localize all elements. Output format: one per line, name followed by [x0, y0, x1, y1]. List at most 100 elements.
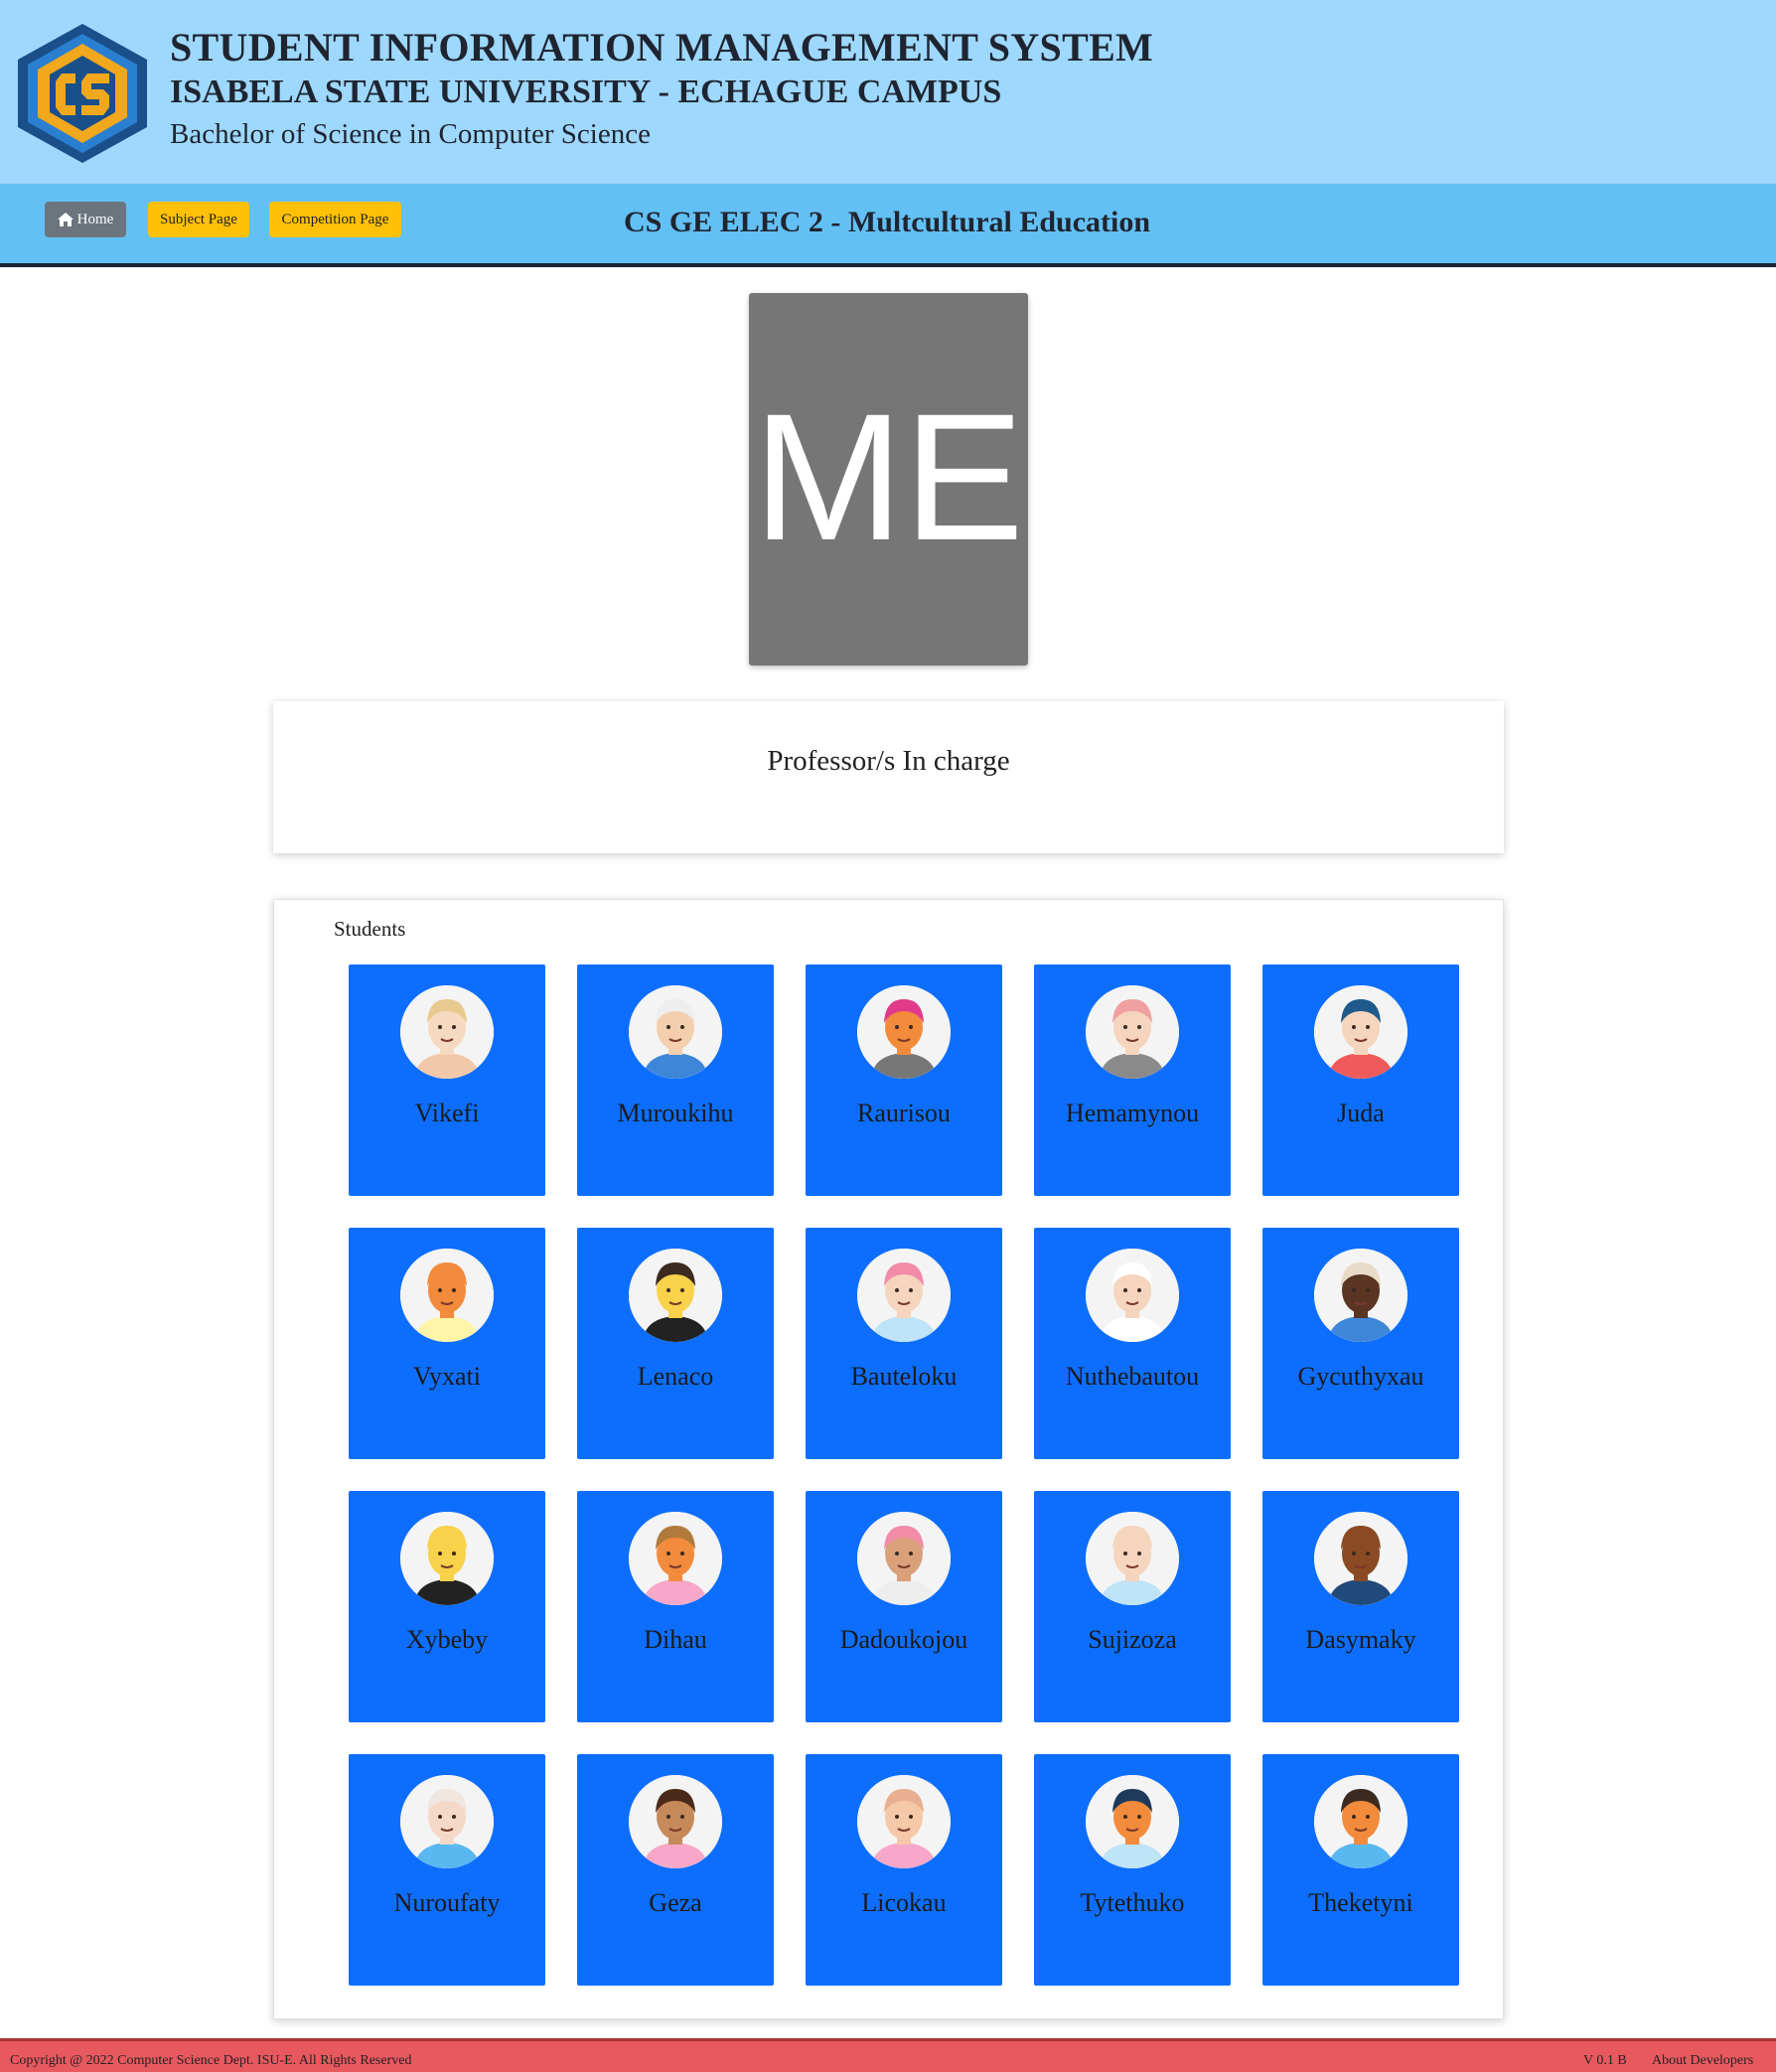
student-card[interactable]: Gycuthyxau: [1262, 1228, 1459, 1459]
student-name: Vikefi: [414, 1099, 480, 1127]
avatar-icon: [1314, 1775, 1407, 1868]
avatar-icon: [1314, 985, 1407, 1079]
system-title: STUDENT INFORMATION MANAGEMENT SYSTEM: [170, 25, 1154, 70]
student-avatar: [1314, 1775, 1407, 1868]
student-name: Hemamynou: [1065, 1099, 1200, 1127]
student-card[interactable]: Tytethuko: [1034, 1754, 1231, 1986]
university-name: ISABELA STATE UNIVERSITY - ECHAGUE CAMPU…: [170, 74, 1002, 110]
cs-logo-icon: [18, 24, 147, 163]
student-card[interactable]: Geza: [577, 1754, 774, 1986]
student-name: Vyxati: [413, 1362, 481, 1391]
student-avatar: [400, 985, 494, 1079]
student-card[interactable]: Nuroufaty: [349, 1754, 545, 1986]
student-card[interactable]: Xybeby: [349, 1491, 545, 1722]
student-card[interactable]: Vyxati: [349, 1228, 545, 1459]
student-name: Licokau: [861, 1888, 947, 1917]
subject-image: ME: [749, 293, 1028, 666]
student-avatar: [857, 1512, 951, 1605]
student-card[interactable]: Nuthebautou: [1034, 1228, 1231, 1459]
student-avatar: [1086, 1512, 1179, 1605]
student-grid: Vikefi Muroukihu Raurisou Hemamynou Juda Vyxa…: [349, 964, 1459, 1986]
subject-initials: ME: [753, 375, 1024, 578]
student-avatar: [1314, 1249, 1407, 1342]
student-card[interactable]: Muroukihu: [577, 964, 774, 1196]
home-icon: [57, 213, 74, 226]
student-card[interactable]: Hemamynou: [1034, 964, 1231, 1196]
home-button-label: Home: [76, 211, 114, 227]
student-avatar: [629, 1512, 722, 1605]
student-name: Xybeby: [405, 1625, 489, 1654]
student-card[interactable]: Licokau: [806, 1754, 1002, 1986]
student-avatar: [629, 1775, 722, 1868]
avatar-icon: [1314, 1512, 1407, 1605]
avatar-icon: [629, 985, 722, 1079]
avatar-icon: [400, 1512, 494, 1605]
professor-card: Professor/s In charge: [273, 701, 1504, 853]
avatar-icon: [400, 1249, 494, 1342]
student-card[interactable]: Vikefi: [349, 964, 545, 1196]
student-card[interactable]: Dadoukojou: [806, 1491, 1002, 1722]
student-avatar: [400, 1775, 494, 1868]
student-avatar: [857, 985, 951, 1079]
avatar-icon: [1086, 1249, 1179, 1342]
student-name: Geza: [649, 1888, 702, 1917]
student-avatar: [857, 1249, 951, 1342]
competition-page-button[interactable]: Competition Page: [269, 202, 401, 237]
student-name: Bauteloku: [850, 1362, 958, 1391]
student-avatar: [400, 1512, 494, 1605]
home-button[interactable]: Home: [45, 202, 126, 237]
student-name: Dadoukojou: [839, 1625, 968, 1654]
subject-title: CS GE ELEC 2 - Multcultural Education: [624, 206, 1151, 238]
avatar-icon: [1086, 1512, 1179, 1605]
student-name: Dasymaky: [1305, 1625, 1416, 1654]
student-avatar: [1086, 985, 1179, 1079]
student-avatar: [629, 985, 722, 1079]
avatar-icon: [857, 1775, 951, 1868]
student-avatar: [1314, 1512, 1407, 1605]
student-avatar: [857, 1775, 951, 1868]
about-developers-link[interactable]: About Developers: [1652, 2053, 1753, 2069]
avatar-icon: [400, 985, 494, 1079]
footer: Copyright @ 2022 Computer Science Dept. …: [0, 2038, 1776, 2072]
student-name: Juda: [1337, 1099, 1385, 1127]
student-card[interactable]: Raurisou: [806, 964, 1002, 1196]
avatar-icon: [857, 985, 951, 1079]
student-card[interactable]: Dasymaky: [1262, 1491, 1459, 1722]
student-avatar: [629, 1249, 722, 1342]
student-name: Sujizoza: [1088, 1625, 1177, 1654]
student-card[interactable]: Theketyni: [1262, 1754, 1459, 1986]
student-card[interactable]: Bauteloku: [806, 1228, 1002, 1459]
student-name: Tytethuko: [1080, 1888, 1185, 1917]
program-name: Bachelor of Science in Computer Science: [170, 118, 651, 150]
avatar-icon: [857, 1249, 951, 1342]
subject-page-button[interactable]: Subject Page: [148, 202, 249, 237]
student-name: Dihau: [644, 1625, 707, 1654]
avatar-icon: [629, 1249, 722, 1342]
student-card[interactable]: Lenaco: [577, 1228, 774, 1459]
student-name: Nuthebautou: [1065, 1362, 1200, 1391]
student-name: Muroukihu: [617, 1099, 734, 1127]
student-avatar: [1086, 1249, 1179, 1342]
avatar-icon: [1086, 985, 1179, 1079]
competition-page-label: Competition Page: [281, 211, 389, 227]
student-name: Gycuthyxau: [1297, 1362, 1424, 1391]
nav-bar: Home Subject Page Competition Page CS GE…: [0, 184, 1776, 267]
student-card[interactable]: Dihau: [577, 1491, 774, 1722]
student-name: Nuroufaty: [393, 1888, 501, 1917]
professor-heading: Professor/s In charge: [767, 745, 1010, 777]
avatar-icon: [629, 1775, 722, 1868]
version-text: V 0.1 B: [1583, 2053, 1627, 2068]
student-avatar: [1314, 985, 1407, 1079]
student-name: Theketyni: [1308, 1888, 1413, 1917]
copyright-text: Copyright @ 2022 Computer Science Dept. …: [10, 2053, 412, 2068]
student-avatar: [400, 1249, 494, 1342]
site-header: STUDENT INFORMATION MANAGEMENT SYSTEM IS…: [0, 0, 1776, 184]
student-name: Raurisou: [857, 1099, 951, 1127]
student-name: Lenaco: [637, 1362, 714, 1391]
student-avatar: [1086, 1775, 1179, 1868]
students-panel: Students Vikefi Muroukihu Raurisou Hemamyno…: [273, 899, 1504, 2019]
student-card[interactable]: Sujizoza: [1034, 1491, 1231, 1722]
student-card[interactable]: Juda: [1262, 964, 1459, 1196]
subject-page-label: Subject Page: [160, 211, 237, 227]
avatar-icon: [1086, 1775, 1179, 1868]
